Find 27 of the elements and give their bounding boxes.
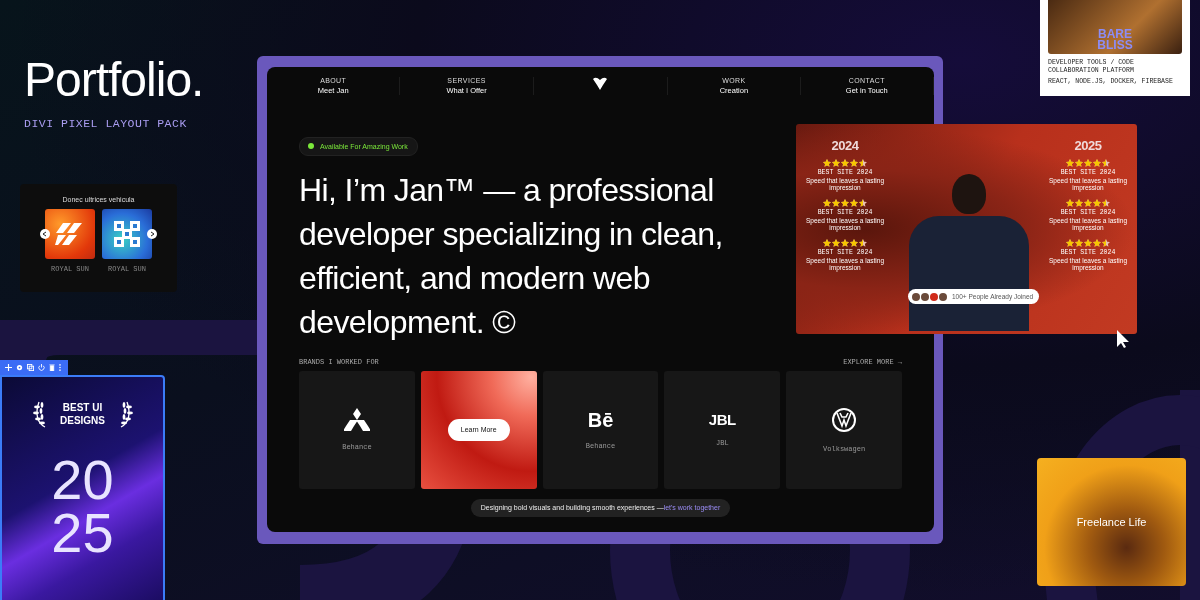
award-year: 20 (51, 453, 114, 507)
logo-icon[interactable] (593, 77, 608, 90)
chevron-right-icon (149, 231, 155, 237)
settings-icon[interactable] (16, 364, 23, 371)
page-title: Portfolio. (24, 52, 204, 107)
award-year: 25 (51, 506, 114, 560)
year-heading: 2024 (831, 138, 859, 153)
headline: Hi, I’m Jan™ — a professional developer specializing in clean, efficient, and modern web development. © (299, 170, 724, 342)
diamonds-logo-icon (343, 408, 370, 431)
award-title: BEST UI DESIGNS (59, 401, 106, 427)
page-subtitle: DIVI PIXEL LAYOUT PACK (24, 117, 188, 130)
power-icon[interactable] (38, 364, 45, 371)
cursor-icon (1117, 330, 1131, 348)
previous-button[interactable] (40, 229, 50, 239)
trash-icon[interactable] (49, 364, 55, 371)
slashes-logo-icon (55, 221, 85, 247)
year-heading: 2025 (1074, 138, 1102, 153)
vw-logo-icon (831, 406, 858, 433)
card-title: Freelance Life (1076, 516, 1147, 528)
move-icon[interactable] (5, 364, 12, 371)
brand-logo: Bē (587, 409, 614, 430)
project-logo: BARE BLISS (1097, 29, 1133, 51)
brand-logo: JBL (708, 412, 736, 427)
chevron-left-icon (42, 231, 48, 237)
duplicate-icon[interactable] (27, 364, 34, 371)
next-button[interactable] (147, 229, 157, 239)
checker-logo-icon (112, 219, 142, 249)
